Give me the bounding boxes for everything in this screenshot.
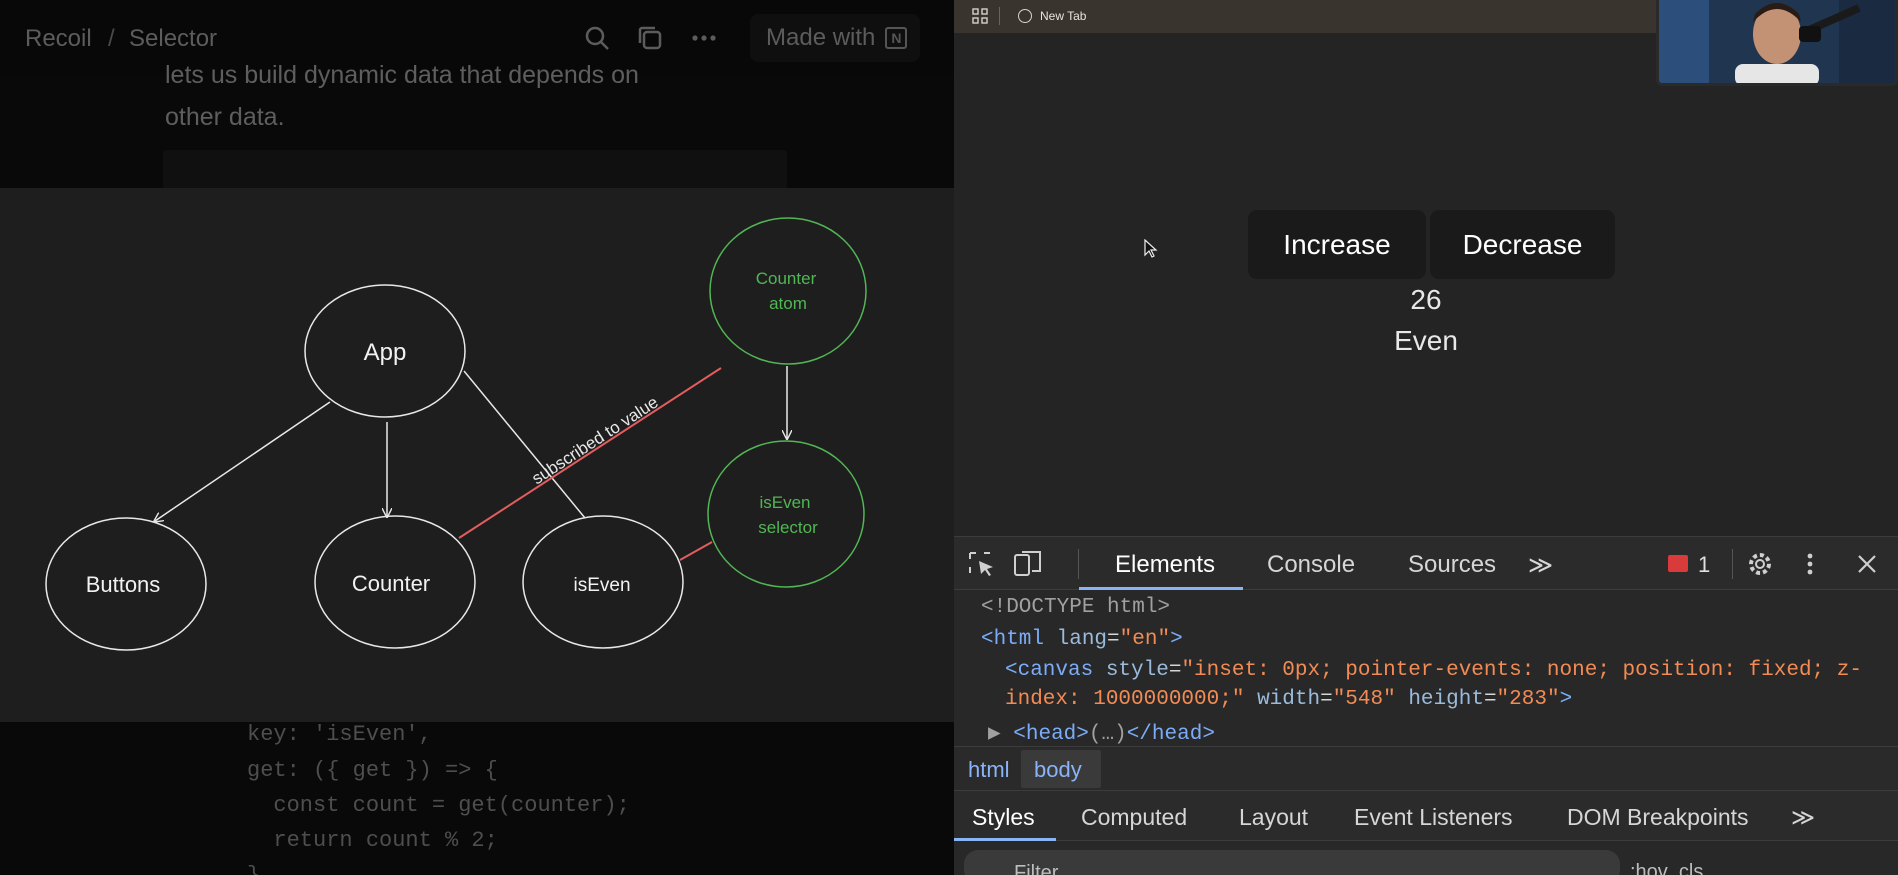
- code-line: const count = get(counter);: [247, 793, 630, 818]
- tab-event-listeners[interactable]: Event Listeners: [1354, 804, 1513, 831]
- node-iseven-selector-label: isEven: [759, 493, 810, 512]
- inspect-element-icon[interactable]: [966, 549, 998, 579]
- browser-window: New Tab Increase Decrease 26 Even Elemen…: [954, 0, 1898, 875]
- settings-gear-icon[interactable]: [1744, 549, 1776, 579]
- dom-attr: width: [1257, 688, 1321, 711]
- count-value: 26: [1410, 284, 1442, 315]
- bookmarks-divider: [999, 7, 1000, 25]
- dom-attr: lang: [1056, 628, 1108, 651]
- dom-head-node[interactable]: ▶ <head>(…)</head>: [988, 720, 1215, 746]
- hov-cls-toggles[interactable]: :hov .cls: [1630, 861, 1703, 875]
- code-block: key: 'isEven', get: ({ get }) => { const…: [0, 722, 954, 875]
- tab-sources[interactable]: Sources: [1408, 551, 1496, 579]
- node-iseven-selector-label: selector: [758, 518, 818, 537]
- active-tab-indicator: [1079, 587, 1243, 590]
- made-with-label: Made with: [766, 24, 876, 51]
- made-with-notion-button[interactable]: Made with N: [750, 14, 920, 62]
- dom-breadcrumb-bar: html body: [954, 746, 1898, 791]
- breadcrumb-recoil[interactable]: Recoil: [25, 25, 92, 53]
- devtools-panel: Elements Console Sources ≫ 1 <!DOCTYPE h…: [954, 536, 1898, 875]
- globe-icon: [1018, 9, 1032, 23]
- webcam-person-image: [1659, 0, 1895, 83]
- device-toolbar-icon[interactable]: [1012, 549, 1044, 579]
- node-iseven-selector: [707, 440, 865, 588]
- screen: Recoil / Selector Made with N lets us bu…: [0, 0, 1898, 875]
- dom-tag: </head>: [1126, 723, 1215, 746]
- crumb-html[interactable]: html: [968, 757, 1010, 783]
- expand-triangle-icon[interactable]: ▶: [988, 723, 1001, 746]
- webcam-overlay: [1656, 0, 1898, 86]
- filter-input[interactable]: [964, 850, 1620, 875]
- mouse-cursor-icon: [1144, 239, 1158, 258]
- search-icon[interactable]: [583, 24, 611, 52]
- filter-placeholder: Filter: [1014, 862, 1059, 875]
- app-viewport: Increase Decrease 26 Even: [954, 33, 1898, 536]
- bookmark-new-tab[interactable]: New Tab: [1040, 9, 1086, 23]
- dom-tag: <head>: [1013, 723, 1089, 746]
- dom-attr: style: [1105, 659, 1169, 682]
- dom-attr-value: "inset: 0px; pointer-events: none; posit…: [1181, 659, 1862, 682]
- tab-elements[interactable]: Elements: [1115, 551, 1215, 579]
- active-style-tab-indicator: [954, 838, 1056, 841]
- dom-tag: <html: [981, 628, 1045, 651]
- dom-canvas-node-cont[interactable]: index: 1000000000;" width="548" height="…: [1005, 688, 1572, 711]
- edge-selector-iseven: [679, 541, 713, 561]
- node-counter-label: Counter: [352, 571, 430, 596]
- code-line: get: ({ get }) => {: [247, 758, 498, 783]
- node-counter-atom: [709, 217, 867, 365]
- more-style-tabs-chevron-icon[interactable]: ≫: [1791, 804, 1815, 831]
- node-iseven-label: isEven: [573, 575, 630, 596]
- apps-grid-icon[interactable]: [972, 8, 988, 24]
- notion-page: Recoil / Selector Made with N lets us bu…: [0, 0, 954, 875]
- code-line: key: 'isEven',: [247, 722, 432, 747]
- decrease-button[interactable]: Decrease: [1430, 210, 1615, 279]
- intro-line: lets us build dynamic data that depends …: [165, 61, 639, 89]
- dom-attr-value: index: 1000000000;": [1005, 688, 1245, 711]
- breadcrumb-separator: /: [108, 25, 115, 52]
- tab-layout[interactable]: Layout: [1239, 804, 1308, 831]
- breadcrumb-selector[interactable]: Selector: [129, 25, 217, 53]
- devtools-toolbar: Elements Console Sources ≫ 1: [954, 537, 1898, 590]
- edge-label: subscribed to value: [528, 393, 661, 489]
- node-app-label: App: [364, 339, 407, 366]
- dom-canvas-node[interactable]: <canvas style="inset: 0px; pointer-event…: [1005, 659, 1862, 682]
- error-count[interactable]: 1: [1698, 552, 1710, 578]
- dom-attr-value: "548": [1332, 688, 1396, 711]
- dom-attr-value: "283": [1496, 688, 1560, 711]
- tab-computed[interactable]: Computed: [1081, 804, 1187, 831]
- duplicate-icon[interactable]: [636, 24, 664, 52]
- more-icon[interactable]: [690, 24, 718, 52]
- ellipsis-icon[interactable]: (…): [1089, 723, 1127, 746]
- tab-dom-breakpoints[interactable]: DOM Breakpoints: [1567, 804, 1749, 831]
- tab-console[interactable]: Console: [1267, 551, 1355, 579]
- diagram: subscribed to value App Buttons Counter …: [0, 188, 954, 722]
- intro-line: other data.: [165, 103, 285, 131]
- dom-tag: <canvas: [1005, 659, 1094, 682]
- toolbar-divider: [1732, 549, 1733, 579]
- code-block-top: [163, 150, 787, 190]
- edge-app-buttons: [155, 401, 331, 521]
- notion-logo-icon: N: [885, 27, 908, 49]
- parity-value: Even: [1394, 325, 1458, 356]
- increase-button[interactable]: Increase: [1248, 210, 1426, 279]
- tab-styles[interactable]: Styles: [972, 804, 1035, 831]
- kebab-menu-icon[interactable]: [1794, 549, 1826, 579]
- error-icon[interactable]: [1668, 555, 1688, 572]
- crumb-body[interactable]: body: [1034, 757, 1082, 783]
- dom-html-node[interactable]: <html lang="en">: [981, 628, 1183, 651]
- dom-attr-value: "en": [1119, 628, 1171, 651]
- node-counter-atom-label: atom: [769, 294, 807, 313]
- code-line: return count % 2;: [247, 828, 498, 853]
- code-line: }: [247, 863, 260, 875]
- dom-attr: height: [1408, 688, 1484, 711]
- node-buttons-label: Buttons: [86, 572, 161, 597]
- styles-tabbar: Styles Computed Layout Event Listeners D…: [954, 791, 1898, 841]
- more-tabs-chevron-icon[interactable]: ≫: [1528, 551, 1553, 580]
- node-counter-atom-label: Counter: [756, 269, 817, 288]
- toolbar-divider: [1078, 549, 1079, 579]
- intro-paragraph: lets us build dynamic data that depends …: [165, 54, 765, 138]
- dom-doctype[interactable]: <!DOCTYPE html>: [981, 596, 1170, 619]
- close-icon[interactable]: [1851, 549, 1883, 579]
